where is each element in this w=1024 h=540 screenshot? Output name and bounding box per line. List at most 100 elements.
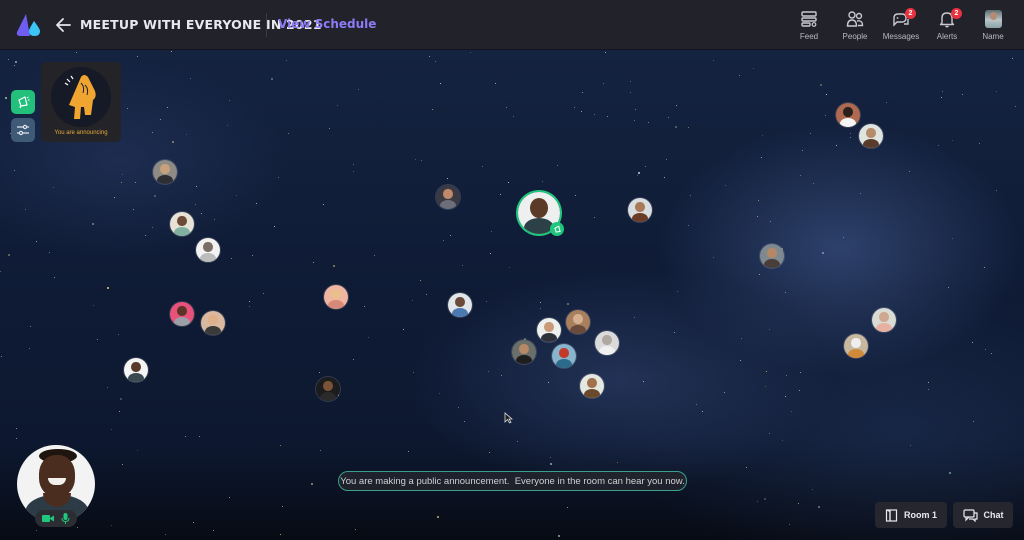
star (512, 115, 514, 117)
star (213, 219, 215, 221)
avatar-face (323, 380, 333, 392)
star (28, 348, 30, 350)
chat-button[interactable]: Chat (953, 502, 1013, 528)
star (164, 534, 166, 536)
star (421, 160, 423, 162)
star (702, 411, 704, 413)
messages-badge: 2 (905, 8, 916, 19)
avatar-face (602, 334, 612, 346)
star (886, 102, 888, 104)
avatar-body (631, 212, 649, 222)
announce-button[interactable] (11, 90, 35, 114)
star (363, 305, 365, 307)
star (126, 107, 128, 109)
star (171, 51, 173, 53)
participant-avatar[interactable] (836, 103, 860, 127)
nav-alerts[interactable]: 2 Alerts (924, 0, 970, 50)
participant-avatar[interactable] (512, 340, 536, 364)
nav-people-label: People (842, 32, 868, 41)
participant-avatar[interactable] (170, 302, 194, 326)
star (984, 348, 986, 350)
star (676, 290, 678, 292)
star (195, 186, 197, 188)
participant-avatar[interactable] (316, 377, 340, 401)
nav-people[interactable]: People (832, 0, 878, 50)
microphone-icon[interactable] (61, 513, 70, 524)
chat-label: Chat (983, 510, 1004, 520)
star (784, 395, 786, 397)
avatar-body (156, 174, 174, 184)
nav-profile[interactable]: Name (970, 0, 1016, 50)
star (688, 127, 690, 129)
participant-avatar[interactable] (436, 185, 460, 209)
star (908, 171, 910, 173)
star (5, 96, 8, 99)
participant-avatar[interactable] (844, 334, 868, 358)
star (358, 89, 360, 91)
star (24, 208, 26, 210)
nav-feed[interactable]: Feed (786, 0, 832, 50)
star (120, 398, 123, 401)
participant-avatar[interactable] (628, 198, 652, 222)
announce-icon (553, 225, 561, 233)
star (450, 234, 452, 236)
announcement-illustration (51, 67, 111, 127)
star (15, 437, 17, 439)
view-schedule-link[interactable]: View Schedule (278, 17, 376, 31)
nav-alerts-label: Alerts (936, 32, 958, 41)
star (198, 436, 200, 438)
star (941, 91, 943, 93)
participant-avatar[interactable] (760, 244, 784, 268)
participant-avatar[interactable] (170, 212, 194, 236)
participant-avatar[interactable] (552, 344, 576, 368)
participant-avatar[interactable] (196, 238, 220, 262)
star (768, 433, 770, 435)
star (119, 410, 121, 412)
star (756, 215, 758, 217)
participant-avatar[interactable] (580, 374, 604, 398)
avatar-body (598, 345, 616, 355)
avatar-face (851, 337, 861, 349)
star (413, 372, 415, 374)
star (745, 467, 747, 469)
participant-avatar[interactable] (324, 285, 348, 309)
star (252, 254, 254, 256)
participant-avatar[interactable] (448, 293, 472, 317)
nav-feed-label: Feed (799, 32, 819, 41)
star (30, 326, 32, 328)
participant-avatar[interactable] (153, 160, 177, 184)
star (227, 124, 229, 126)
room-button[interactable]: Room 1 (875, 502, 947, 528)
participant-avatar[interactable] (566, 310, 590, 334)
star (634, 316, 636, 318)
star (995, 90, 997, 92)
star (665, 159, 667, 161)
camera-icon[interactable] (42, 514, 55, 523)
participant-avatar[interactable] (201, 311, 225, 335)
announcement-card: You are announcing (41, 62, 121, 142)
participant-avatar[interactable] (872, 308, 896, 332)
star (850, 137, 852, 139)
star (134, 182, 136, 184)
back-arrow-icon[interactable] (54, 14, 72, 36)
star (824, 114, 826, 116)
avatar-body (319, 391, 337, 401)
app-logo-icon[interactable] (16, 13, 42, 37)
door-icon (885, 508, 898, 522)
participant-avatar[interactable] (859, 124, 883, 148)
star (310, 482, 313, 485)
virtual-space[interactable]: You are announcing You are making a publ… (0, 50, 1024, 540)
star (539, 308, 541, 310)
participant-avatar[interactable] (537, 318, 561, 342)
star (159, 118, 161, 120)
mouse-cursor-icon (504, 412, 513, 424)
nav-messages[interactable]: 2 Messages (878, 0, 924, 50)
participant-avatar[interactable] (124, 358, 148, 382)
avatar-body (862, 138, 880, 148)
star (739, 75, 741, 77)
star (312, 261, 314, 263)
participant-avatar[interactable] (595, 331, 619, 355)
settings-button[interactable] (11, 118, 35, 142)
star (629, 91, 631, 93)
avatar-face (843, 106, 853, 118)
